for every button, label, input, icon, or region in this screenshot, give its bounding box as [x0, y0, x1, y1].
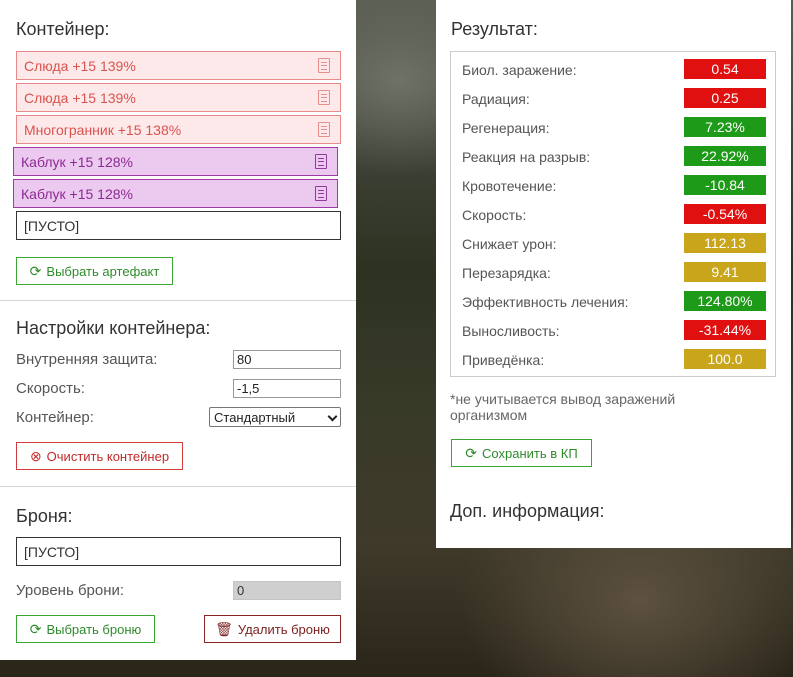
refresh-icon: ⟳	[29, 263, 42, 279]
extra-info-title: Доп. информация:	[450, 501, 605, 521]
stat-value: 0.54	[684, 59, 766, 79]
result-title: Результат:	[451, 19, 538, 39]
container-slot-empty[interactable]: [ПУСТО]	[16, 211, 341, 240]
result-stats: Биол. заражение: 0.54 Радиация: 0.25 Регенер…	[450, 51, 776, 377]
stat-row: Снижает урон: 112.13	[451, 229, 775, 258]
stat-value: 22.92%	[684, 146, 766, 166]
stat-label: Биол. заражение:	[462, 62, 577, 78]
document-icon[interactable]	[315, 186, 327, 201]
stat-value: 100.0	[684, 349, 766, 369]
stat-label: Регенерация:	[462, 120, 550, 136]
document-icon[interactable]	[318, 90, 330, 105]
stat-value: 0.25	[684, 88, 766, 108]
stat-label: Скорость:	[462, 207, 527, 223]
stat-row: Эффективность лечения: 124.80%	[451, 287, 775, 316]
stat-value: -31.44%	[684, 320, 766, 340]
document-icon[interactable]	[315, 154, 327, 169]
stat-label: Выносливость:	[462, 323, 560, 339]
stat-row: Реакция на разрыв: 22.92%	[451, 142, 775, 171]
document-icon[interactable]	[318, 58, 330, 73]
stat-row: Скорость: -0.54%	[451, 200, 775, 229]
stat-value: -0.54%	[684, 204, 766, 224]
stat-row: Выносливость: -31.44%	[451, 316, 775, 345]
armor-level-input	[233, 581, 341, 600]
stat-row: Регенерация: 7.23%	[451, 113, 775, 142]
chevron-down-icon	[327, 411, 338, 422]
clear-container-button[interactable]: ⊗ Очистить контейнер	[16, 442, 183, 470]
container-slot[interactable]: Многогранник +15 138%	[16, 115, 341, 144]
stat-label: Радиация:	[462, 91, 530, 107]
stat-label: Кровотечение:	[462, 178, 557, 194]
delete-armor-button[interactable]: 🗑 Удалить броню	[204, 615, 341, 643]
stat-value: 112.13	[684, 233, 766, 253]
stat-value: 9.41	[684, 262, 766, 282]
settings-title: Настройки контейнера:	[16, 318, 211, 338]
note-text: *не учитывается вывод заражений организм…	[450, 391, 676, 423]
container-type-select[interactable]: Стандартный	[209, 407, 341, 427]
inner-protection-label: Внутренняя защита:	[16, 351, 158, 368]
stat-value: 124.80%	[684, 291, 766, 311]
refresh-icon: ⟳	[465, 445, 478, 461]
container-slot[interactable]: Слюда +15 139%	[16, 51, 341, 80]
stat-row: Биол. заражение: 0.54	[451, 55, 775, 84]
container-slot[interactable]: Слюда +15 139%	[16, 83, 341, 112]
stat-label: Эффективность лечения:	[462, 294, 629, 310]
divider	[0, 300, 356, 301]
stat-value: -10.84	[684, 175, 766, 195]
stat-row: Радиация: 0.25	[451, 84, 775, 113]
stat-label: Снижает урон:	[462, 236, 557, 252]
container-title: Контейнер:	[16, 19, 110, 39]
save-kp-button[interactable]: ⟳ Сохранить в КП	[451, 439, 592, 467]
stat-row: Перезарядка: 9.41	[451, 258, 775, 287]
select-armor-button[interactable]: ⟳ Выбрать броню	[16, 615, 155, 643]
trash-icon: 🗑	[215, 621, 233, 637]
select-artifact-button[interactable]: ⟳ Выбрать артефакт	[16, 257, 173, 285]
armor-level-label: Уровень брони:	[16, 582, 125, 599]
speed-input[interactable]	[233, 379, 341, 398]
refresh-icon: ⟳	[29, 621, 42, 637]
stat-value: 7.23%	[684, 117, 766, 137]
container-slot[interactable]: Каблук +15 128%	[13, 147, 338, 176]
right-panel: Результат: Биол. заражение: 0.54 Радиация:…	[436, 0, 791, 548]
divider	[0, 486, 356, 487]
stat-row: Приведёнка: 100.0	[451, 345, 775, 374]
left-panel: Контейнер: Слюда +15 139% Слюда +15 139% М…	[0, 0, 356, 660]
container-slot[interactable]: Каблук +15 128%	[13, 179, 338, 208]
inner-protection-input[interactable]	[233, 350, 341, 369]
stat-label: Перезарядка:	[462, 265, 551, 281]
speed-label: Скорость:	[16, 380, 85, 397]
armor-slot[interactable]: [ПУСТО]	[16, 537, 341, 566]
close-circle-icon: ⊗	[29, 448, 42, 464]
stat-row: Кровотечение: -10.84	[451, 171, 775, 200]
stat-label: Реакция на разрыв:	[462, 149, 591, 165]
container-type-label: Контейнер:	[16, 409, 94, 426]
armor-title: Броня:	[16, 506, 73, 526]
document-icon[interactable]	[318, 122, 330, 137]
stat-label: Приведёнка:	[462, 352, 545, 368]
